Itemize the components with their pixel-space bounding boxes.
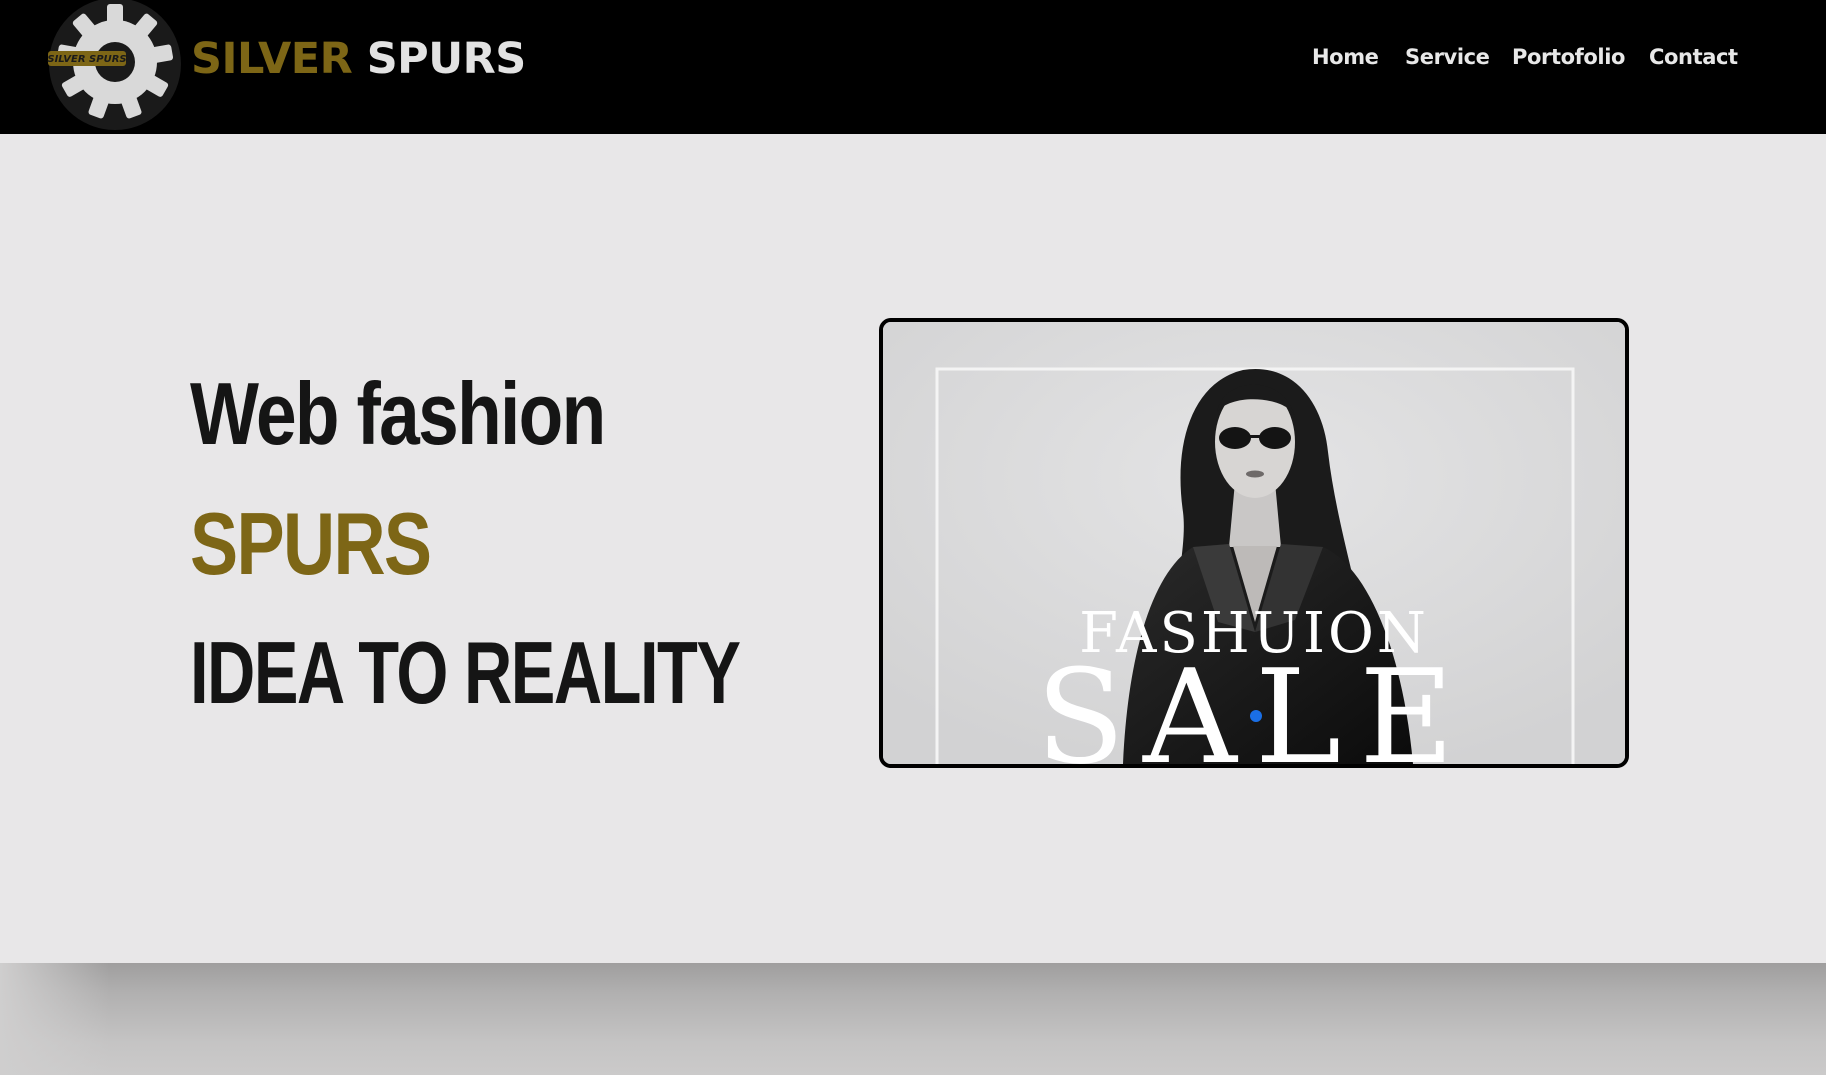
footer-band — [0, 963, 1826, 1075]
hero-carousel[interactable]: FASHUION SALE — [879, 318, 1629, 768]
hero-title-line-3: IDEA TO REALITY — [190, 623, 741, 722]
nav-contact[interactable]: Contact — [1649, 45, 1738, 69]
carousel-slide-image: FASHUION SALE — [883, 322, 1625, 764]
nav-home[interactable]: Home — [1312, 45, 1379, 69]
main-nav: Home Service Portofolio Contact — [0, 45, 1826, 79]
nav-service[interactable]: Service — [1405, 45, 1490, 69]
slide-subheading: SALE — [1036, 641, 1472, 764]
hero-title-line-1: Web fashion — [190, 364, 606, 463]
nav-portofolio[interactable]: Portofolio — [1512, 45, 1625, 69]
carousel-dot-active[interactable] — [1250, 710, 1262, 722]
site-header: SILVER SPURS SILVER SPURS Home Service P… — [0, 0, 1826, 134]
hero-title-line-2: SPURS — [190, 494, 432, 593]
